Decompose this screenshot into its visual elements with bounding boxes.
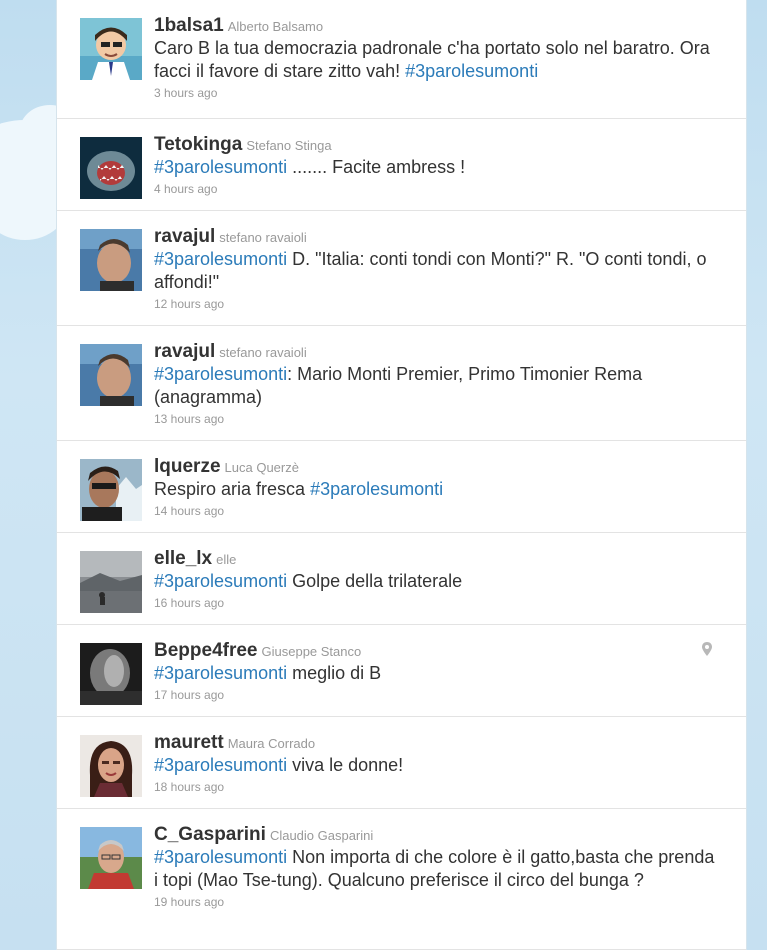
tweet-text-part: viva le donne! — [287, 755, 404, 775]
tweet-text: #3parolesumonti meglio di B — [154, 662, 722, 685]
screen-name-link[interactable]: lquerze — [154, 456, 221, 477]
tweet-text: #3parolesumonti viva le donne! — [154, 754, 722, 777]
full-name: Maura Corrado — [227, 736, 316, 751]
hashtag-link[interactable]: #3parolesumonti — [154, 663, 287, 683]
screen-name-link[interactable]: elle_lx — [154, 548, 212, 569]
timestamp-link[interactable]: 4 hours ago — [154, 179, 722, 199]
hashtag-link[interactable]: #3parolesumonti — [154, 364, 287, 384]
hashtag-link[interactable]: #3parolesumonti — [154, 157, 287, 177]
tweet-text: #3parolesumonti: Mario Monti Premier, Pr… — [154, 363, 722, 409]
tweet-item: Tetokinga Stefano Stinga #3parolesumonti … — [57, 119, 746, 211]
avatar[interactable] — [80, 643, 142, 705]
avatar[interactable] — [80, 18, 142, 80]
screen-name-link[interactable]: Tetokinga — [154, 134, 242, 155]
avatar[interactable] — [80, 344, 142, 406]
tweet-item: 1balsa1 Alberto Balsamo Caro B la tua dem… — [57, 0, 746, 119]
tweet-text: #3parolesumonti Non importa di che color… — [154, 846, 722, 892]
hashtag-link[interactable]: #3parolesumonti — [154, 571, 287, 591]
avatar[interactable] — [80, 459, 142, 521]
full-name: elle — [216, 552, 237, 567]
hashtag-link[interactable]: #3parolesumonti — [154, 847, 287, 867]
full-name: Alberto Balsamo — [227, 19, 324, 34]
hashtag-link[interactable]: #3parolesumonti — [405, 61, 538, 81]
timestamp-link[interactable]: 12 hours ago — [154, 294, 722, 314]
timestamp-link[interactable]: 17 hours ago — [154, 685, 722, 705]
timestamp-link[interactable]: 16 hours ago — [154, 593, 722, 613]
timestamp-link[interactable]: 3 hours ago — [154, 83, 722, 103]
screen-name-link[interactable]: Beppe4free — [154, 640, 258, 661]
tweet-text: #3parolesumonti ....... Facite ambress ! — [154, 156, 722, 179]
avatar[interactable] — [80, 827, 142, 889]
full-name: Stefano Stinga — [246, 138, 332, 153]
hashtag-link[interactable]: #3parolesumonti — [154, 249, 287, 269]
tweet-timeline: 1balsa1 Alberto Balsamo Caro B la tua dem… — [56, 0, 747, 950]
avatar[interactable] — [80, 229, 142, 291]
tweet-text: #3parolesumonti Golpe della trilaterale — [154, 570, 722, 593]
tweet-item: maurett Maura Corrado #3parolesumonti viv… — [57, 717, 746, 809]
tweet-item: ravajul stefano ravaioli #3parolesumonti:… — [57, 326, 746, 441]
avatar[interactable] — [80, 735, 142, 797]
timestamp-link[interactable]: 18 hours ago — [154, 777, 722, 797]
avatar[interactable] — [80, 551, 142, 613]
screen-name-link[interactable]: ravajul — [154, 226, 215, 247]
timestamp-link[interactable]: 19 hours ago — [154, 892, 722, 912]
screen-name-link[interactable]: C_Gasparini — [154, 824, 266, 845]
tweet-text-part: Golpe della trilaterale — [287, 571, 463, 591]
timestamp-link[interactable]: 14 hours ago — [154, 501, 722, 521]
screen-name-link[interactable]: 1balsa1 — [154, 15, 224, 36]
avatar[interactable] — [80, 137, 142, 199]
full-name: Claudio Gasparini — [269, 828, 374, 843]
tweet-text: Caro B la tua democrazia padronale c'ha … — [154, 37, 722, 83]
timestamp-link[interactable]: 13 hours ago — [154, 409, 722, 429]
full-name: stefano ravaioli — [219, 230, 307, 245]
tweet-text-part: meglio di B — [287, 663, 382, 683]
tweet-item: lquerze Luca Querzè Respiro aria fresca #… — [57, 441, 746, 533]
tweet-text: Respiro aria fresca #3parolesumonti — [154, 478, 722, 501]
tweet-item: Beppe4free Giuseppe Stanco #3parolesumont… — [57, 625, 746, 717]
tweet-text-part: Respiro aria fresca — [154, 479, 311, 499]
screen-name-link[interactable]: maurett — [154, 732, 224, 753]
full-name: Giuseppe Stanco — [261, 644, 362, 659]
hashtag-link[interactable]: #3parolesumonti — [154, 755, 287, 775]
full-name: Luca Querzè — [224, 460, 299, 475]
hashtag-link[interactable]: #3parolesumonti — [310, 479, 443, 499]
tweet-text-part: ....... Facite ambress ! — [287, 157, 466, 177]
tweet-item: C_Gasparini Claudio Gasparini #3parolesum… — [57, 809, 746, 950]
tweet-item: elle_lx elle #3parolesumonti Golpe della … — [57, 533, 746, 625]
tweet-text: #3parolesumonti D. "Italia: conti tondi … — [154, 248, 722, 294]
tweet-item: ravajul stefano ravaioli #3parolesumonti … — [57, 211, 746, 326]
full-name: stefano ravaioli — [219, 345, 307, 360]
screen-name-link[interactable]: ravajul — [154, 341, 215, 362]
